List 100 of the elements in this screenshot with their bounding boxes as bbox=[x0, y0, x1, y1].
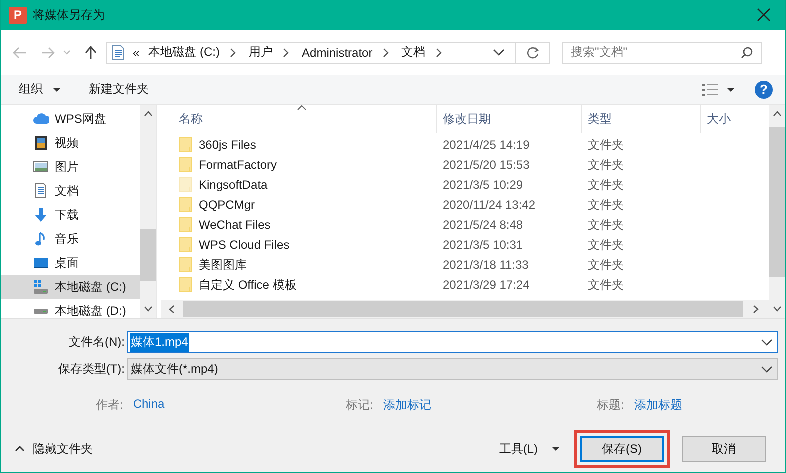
file-name[interactable]: 360js Files bbox=[199, 138, 256, 152]
file-name[interactable]: WeChat Files bbox=[199, 218, 271, 232]
down-arrow-icon bbox=[33, 207, 49, 223]
file-name[interactable]: KingsoftData bbox=[199, 178, 268, 192]
file-name[interactable]: QQPCMgr bbox=[199, 198, 256, 212]
cloud-icon bbox=[33, 111, 49, 127]
sidebar-item[interactable]: 图片 bbox=[1, 155, 140, 179]
caret-up-icon bbox=[15, 446, 25, 452]
modified-date: 2020/11/24 13:42 bbox=[442, 198, 537, 212]
path-overflow-marker[interactable]: « bbox=[133, 46, 140, 60]
drive-icon bbox=[33, 308, 49, 314]
property-link[interactable]: China bbox=[133, 397, 165, 414]
sort-caret-icon bbox=[297, 105, 307, 111]
property-label: 标记: bbox=[346, 397, 374, 414]
sidebar-item[interactable]: 音乐 bbox=[1, 227, 140, 251]
folder-icon bbox=[179, 237, 193, 253]
scrollbar[interactable] bbox=[769, 105, 785, 318]
file-name[interactable]: FormatFactory bbox=[199, 158, 278, 172]
hide-folders-toggle[interactable]: 隐藏文件夹 bbox=[1, 440, 93, 458]
modified-date: 2021/5/24 8:48 bbox=[442, 218, 524, 232]
dropdown-caret-icon[interactable] bbox=[761, 338, 773, 346]
folder-icon bbox=[179, 197, 193, 213]
modified-date: 2021/3/5 10:31 bbox=[442, 238, 524, 252]
organize-menu[interactable]: 组织 bbox=[19, 81, 61, 98]
property-label: 标题: bbox=[597, 397, 624, 414]
desktop-icon bbox=[33, 255, 49, 271]
document-icon bbox=[33, 183, 49, 199]
window-title: 将媒体另存为 bbox=[33, 6, 105, 24]
scroll-down-icon[interactable] bbox=[772, 306, 782, 312]
breadcrumb-item[interactable]: 文档 bbox=[402, 44, 426, 61]
scroll-right-icon[interactable] bbox=[753, 304, 759, 314]
sidebar-item[interactable]: 文档 bbox=[1, 179, 140, 203]
chevron-right-icon[interactable] bbox=[282, 48, 290, 58]
caret-icon[interactable] bbox=[727, 88, 735, 92]
file-name[interactable]: 自定义 Office 模板 bbox=[199, 276, 297, 294]
file-type: 文件夹 bbox=[587, 216, 625, 234]
sidebar-item[interactable]: 本地磁盘 (C:) bbox=[1, 275, 140, 299]
scroll-up-icon[interactable] bbox=[772, 111, 782, 117]
document-icon bbox=[112, 44, 125, 60]
property-link[interactable]: 添加标题 bbox=[634, 397, 682, 414]
picture-icon bbox=[33, 159, 49, 175]
column-header[interactable]: 大小 bbox=[701, 105, 769, 133]
tools-menu[interactable]: 工具(L) bbox=[499, 440, 560, 458]
property-label: 作者: bbox=[96, 397, 124, 414]
chevron-right-icon[interactable] bbox=[382, 48, 390, 58]
sidebar-item[interactable]: 桌面 bbox=[1, 251, 140, 275]
dropdown-caret-icon[interactable] bbox=[493, 48, 505, 57]
search-field[interactable]: 搜索"文档" bbox=[562, 42, 762, 64]
cancel-button[interactable]: 取消 bbox=[682, 436, 766, 462]
chevron-right-icon[interactable] bbox=[229, 48, 238, 58]
scrollbar[interactable] bbox=[140, 105, 156, 318]
breadcrumb-item[interactable]: Administrator bbox=[302, 46, 373, 60]
scroll-left-icon[interactable] bbox=[169, 304, 175, 314]
modified-date: 2021/3/18 11:33 bbox=[442, 258, 530, 272]
file-name[interactable]: 美图图库 bbox=[199, 256, 247, 274]
file-type: 文件夹 bbox=[587, 236, 625, 254]
save-button[interactable]: 保存(S) bbox=[580, 436, 664, 462]
file-name-field[interactable]: 媒体1.mp4 bbox=[127, 331, 778, 353]
scroll-down-icon[interactable] bbox=[144, 306, 152, 312]
file-type: 文件夹 bbox=[587, 256, 625, 274]
breadcrumb-item[interactable]: 本地磁盘 (C:) bbox=[148, 44, 220, 61]
column-header[interactable]: 名称 bbox=[173, 105, 437, 133]
folder-icon bbox=[179, 157, 193, 173]
dropdown-caret-icon[interactable] bbox=[761, 366, 773, 372]
sidebar-item[interactable]: WPS网盘 bbox=[1, 107, 140, 131]
folder-icon bbox=[179, 277, 193, 293]
modified-date: 2021/3/29 17:24 bbox=[442, 278, 531, 292]
sidebar-item[interactable]: 下载 bbox=[1, 203, 140, 227]
view-options-icon[interactable] bbox=[701, 82, 719, 96]
file-type-dropdown[interactable]: 媒体文件(*.mp4) bbox=[127, 358, 778, 380]
close-icon[interactable] bbox=[757, 8, 771, 22]
scrollbar-thumb[interactable] bbox=[140, 229, 156, 281]
modified-date: 2021/3/5 10:29 bbox=[442, 178, 524, 192]
folder-icon bbox=[179, 217, 193, 233]
new-folder-button[interactable]: 新建文件夹 bbox=[89, 81, 149, 98]
film-icon bbox=[33, 135, 49, 151]
app-icon: P bbox=[9, 6, 27, 24]
chevron-right-icon[interactable] bbox=[434, 48, 443, 58]
file-name[interactable]: WPS Cloud Files bbox=[199, 238, 290, 252]
column-header[interactable]: 类型 bbox=[582, 105, 701, 133]
scrollbar-thumb[interactable] bbox=[769, 127, 785, 277]
scrollbar-thumb[interactable] bbox=[183, 301, 743, 317]
folder-icon bbox=[179, 177, 193, 193]
search-icon[interactable] bbox=[741, 46, 753, 58]
file-type: 文件夹 bbox=[587, 276, 625, 294]
scroll-up-icon[interactable] bbox=[144, 111, 152, 117]
scrollbar[interactable] bbox=[161, 300, 769, 318]
caret-icon bbox=[53, 88, 61, 92]
up-arrow-icon[interactable] bbox=[85, 46, 97, 60]
column-header[interactable]: 修改日期 bbox=[437, 105, 582, 133]
refresh-icon bbox=[526, 46, 538, 58]
file-type: 文件夹 bbox=[587, 176, 625, 194]
breadcrumb-item[interactable]: 用户 bbox=[249, 44, 274, 61]
address-bar[interactable]: « 本地磁盘 (C:) 用户 Administrator 文档 bbox=[106, 42, 550, 64]
property-link[interactable]: 添加标记 bbox=[383, 397, 432, 414]
sidebar-item[interactable]: 本地磁盘 (D:) bbox=[1, 299, 140, 318]
sidebar-item[interactable]: 视频 bbox=[1, 131, 140, 155]
help-button[interactable]: ? bbox=[755, 80, 773, 98]
field-label: 保存类型(T): bbox=[57, 360, 126, 378]
folder-icon bbox=[179, 137, 193, 153]
